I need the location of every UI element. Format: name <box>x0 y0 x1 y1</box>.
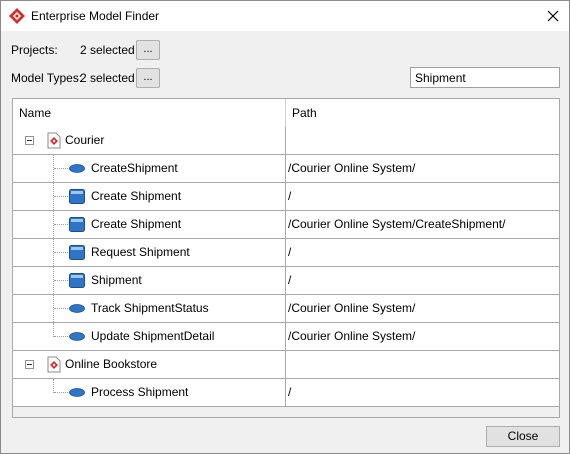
name-cell: Update ShipmentDetail <box>13 323 286 350</box>
name-cell: Shipment <box>13 267 286 294</box>
name-cell: Online Bookstore <box>13 351 286 378</box>
path-cell: /Courier Online System/ <box>288 301 416 315</box>
table-row[interactable]: Shipment / <box>13 267 559 295</box>
model-element-icon <box>69 217 85 232</box>
tree-connector <box>54 224 68 225</box>
use-case-icon <box>69 332 85 341</box>
tree-connector <box>54 336 68 337</box>
project-icon <box>47 356 61 373</box>
table-row[interactable]: Request Shipment / <box>13 239 559 267</box>
tree-connector <box>54 252 68 253</box>
table-row[interactable]: Create Shipment / <box>13 183 559 211</box>
table-row[interactable]: CreateShipment/Courier Online System/ <box>13 155 559 183</box>
group-name: Online Bookstore <box>65 357 158 371</box>
element-name: Create Shipment <box>91 189 182 203</box>
results-table: Name Path Courier CreateShipment/Courier … <box>12 98 560 418</box>
name-cell: Request Shipment <box>13 239 286 266</box>
element-name: Create Shipment <box>91 217 182 231</box>
use-case-icon <box>69 164 85 173</box>
tree-connector <box>53 379 54 393</box>
collapse-icon[interactable] <box>25 136 34 145</box>
collapse-icon[interactable] <box>25 360 34 369</box>
table-header: Name Path <box>13 99 559 128</box>
title-bar: Enterprise Model Finder <box>1 1 569 31</box>
enterprise-model-finder-dialog: Enterprise Model Finder Projects: 2 sele… <box>0 0 570 454</box>
name-cell: Create Shipment <box>13 183 286 210</box>
use-case-icon <box>69 304 85 313</box>
name-cell: Courier <box>13 127 286 154</box>
column-header-path[interactable]: Path <box>286 99 559 127</box>
search-input[interactable] <box>410 67 560 88</box>
tree-connector <box>54 196 68 197</box>
path-cell: /Courier Online System/ <box>288 161 416 175</box>
model-element-icon <box>69 273 85 288</box>
model-types-value: 2 selected <box>80 71 135 85</box>
tree-connector <box>54 280 68 281</box>
window-title: Enterprise Model Finder <box>31 9 160 23</box>
path-cell: / <box>288 385 292 399</box>
tree-connector <box>54 308 68 309</box>
path-cell: / <box>288 189 292 203</box>
name-cell: Track ShipmentStatus <box>13 295 286 322</box>
table-row[interactable]: Track ShipmentStatus/Courier Online Syst… <box>13 295 559 323</box>
projects-label: Projects: <box>11 43 58 57</box>
close-button[interactable]: Close <box>486 426 560 447</box>
project-icon <box>47 132 61 149</box>
path-cell: / <box>288 245 292 259</box>
table-row[interactable]: Update ShipmentDetail/Courier Online Sys… <box>13 323 559 351</box>
tree-connector <box>53 323 54 337</box>
element-name: Track ShipmentStatus <box>91 301 209 315</box>
element-name: Process Shipment <box>91 385 189 399</box>
use-case-icon <box>69 388 85 397</box>
table-row[interactable]: Process Shipment / <box>13 379 559 407</box>
path-cell: /Courier Online System/ <box>288 329 416 343</box>
element-name: Update ShipmentDetail <box>91 329 215 343</box>
tree-group-row[interactable]: Courier <box>13 127 559 155</box>
tree-connector <box>54 168 68 169</box>
path-cell: / <box>288 273 292 287</box>
tree-connector <box>54 392 68 393</box>
select-model-types-button[interactable]: ... <box>136 68 160 88</box>
model-element-icon <box>69 245 85 260</box>
element-name: Request Shipment <box>91 245 190 259</box>
model-element-icon <box>69 189 85 204</box>
close-icon[interactable] <box>541 5 565 27</box>
tree-group-row[interactable]: Online Bookstore <box>13 351 559 379</box>
column-header-name[interactable]: Name <box>13 99 286 127</box>
name-cell: Create Shipment <box>13 211 286 238</box>
name-cell: Process Shipment <box>13 379 286 406</box>
model-types-label: Model Types: <box>11 71 83 85</box>
table-row[interactable]: Create Shipment/Courier Online System/Cr… <box>13 211 559 239</box>
diamond-logo-icon <box>9 8 25 24</box>
group-name: Courier <box>65 133 105 147</box>
element-name: CreateShipment <box>91 161 178 175</box>
select-projects-button[interactable]: ... <box>136 40 160 60</box>
element-name: Shipment <box>91 273 142 287</box>
path-cell: /Courier Online System/CreateShipment/ <box>288 217 506 231</box>
name-cell: CreateShipment <box>13 155 286 182</box>
projects-value: 2 selected <box>80 43 135 57</box>
